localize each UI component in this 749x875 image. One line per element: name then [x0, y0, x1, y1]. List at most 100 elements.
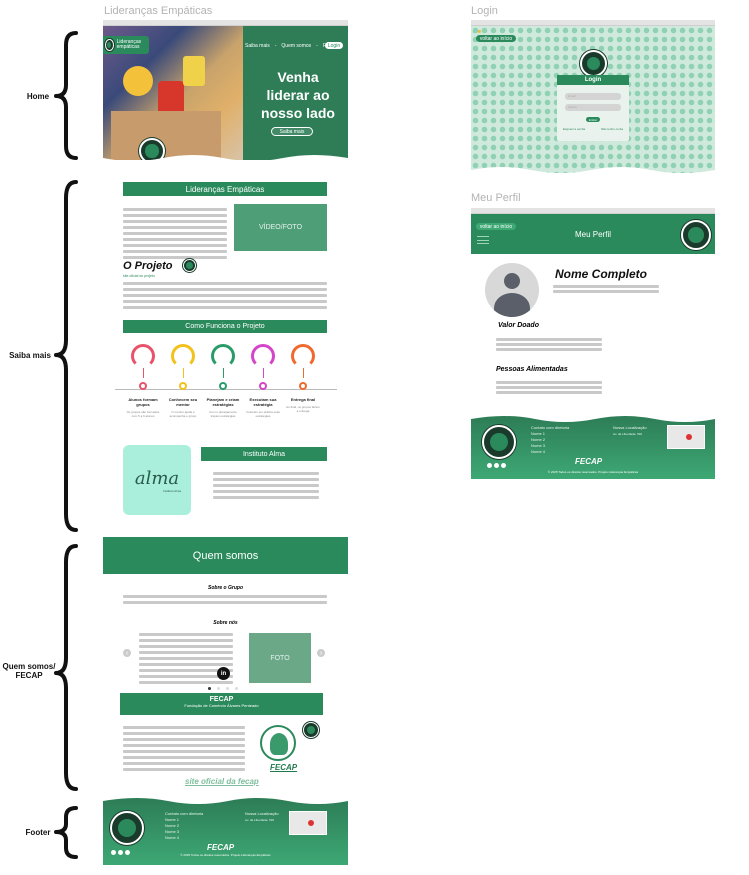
perfil-frame: voltar ao início Meu Perfil Nome Complet…	[471, 208, 715, 479]
fecap-header: FECAP Fundação de Comércio Álvares Pente…	[120, 693, 323, 715]
projeto-title: O Projeto	[123, 260, 173, 272]
login-back-button[interactable]: voltar ao início	[476, 35, 516, 42]
label-footer: Footer	[25, 828, 51, 837]
step-item: Planejam e criam estratégias Com o planej…	[203, 344, 243, 418]
sobre-grupo-text	[123, 595, 327, 604]
footer-social	[487, 463, 506, 468]
fecap-site-link[interactable]: site oficial da fecap	[185, 777, 259, 786]
hero-saiba-button[interactable]: Saiba mais	[271, 127, 313, 136]
step-marker	[139, 382, 147, 390]
step-marker	[179, 382, 187, 390]
signup-link[interactable]: Não tenho conta	[601, 127, 623, 131]
steps-row: Alunos formam grupos Os grupos são formad…	[123, 344, 343, 434]
hero-section: Lideranças empáticas Saiba mais - Quem s…	[103, 26, 348, 160]
label-saiba: Saiba mais	[9, 351, 51, 360]
footer-fecap-wordmark: FECAP	[207, 843, 235, 852]
step-icon	[131, 344, 155, 368]
step-item: Executam sua estratégia Colocam em prátic…	[243, 344, 283, 418]
step-marker	[259, 382, 267, 390]
step-icon	[251, 344, 275, 368]
footer-location: Nossa Localização Av. da Liberdade, 532	[613, 425, 647, 436]
step-marker	[219, 382, 227, 390]
frame-title-perfil: Meu Perfil	[471, 192, 521, 204]
frame-title-home: Lideranças Empáticas	[104, 5, 213, 17]
perfil-footer-wave	[471, 415, 715, 422]
label-home: Home	[26, 92, 50, 101]
login-card: Login Email Senha Entrar Esqueci a senha…	[557, 75, 629, 141]
footer-wave	[103, 797, 348, 804]
step-item: Alunos formam grupos Os grupos são formad…	[123, 344, 163, 418]
step-title: Executam sua estratégia	[249, 397, 277, 407]
footer-copyright: © 2025 Todos os direitos reservados. Pro…	[180, 853, 271, 857]
quem-header: Quem somos	[103, 537, 348, 574]
login-submit-button[interactable]: Entrar	[586, 117, 600, 122]
instituto-text-block	[213, 472, 319, 499]
pessoas-label: Pessoas Alimentadas	[496, 366, 568, 373]
main-page-frame: Lideranças empáticas Saiba mais - Quem s…	[103, 20, 348, 865]
perfil-back-button[interactable]: voltar ao início	[476, 223, 516, 230]
step-desc: Com o planejamento traçam estratégias	[209, 410, 237, 418]
nav-quem[interactable]: Quem somos	[281, 43, 311, 49]
fecap-wordmark: FECAP	[270, 763, 298, 772]
site-logo[interactable]: Lideranças empáticas	[103, 36, 149, 54]
brace-quem	[54, 544, 78, 791]
step-desc: Ao final, os grupos fazem a entrega	[286, 405, 320, 413]
login-button[interactable]: Login	[325, 42, 343, 49]
carousel-dot[interactable]	[217, 687, 220, 690]
hero-wave	[103, 155, 348, 164]
step-desc: O mentor ajuda e acompanha o grupo	[169, 410, 197, 418]
fecap-seal-icon	[303, 722, 319, 738]
projeto-sub[interactable]: site oficial do projeto	[123, 274, 155, 278]
linkedin-icon[interactable]: in	[217, 667, 230, 680]
carousel-dot[interactable]	[235, 687, 238, 690]
map-thumbnail[interactable]	[667, 425, 705, 449]
label-quem: Quem somos/FECAP	[2, 662, 56, 680]
step-icon	[171, 344, 195, 368]
instagram-icon[interactable]	[487, 463, 492, 468]
login-card-title: Login	[557, 75, 629, 85]
facebook-icon[interactable]	[494, 463, 499, 468]
step-item: Conhecem seu mentor O mentor ajuda e acom…	[163, 344, 203, 418]
step-icon	[291, 344, 315, 368]
projeto-text-block	[123, 282, 327, 309]
nav-saiba[interactable]: Saiba mais	[245, 43, 270, 49]
carousel-prev-button[interactable]: ‹	[123, 649, 131, 657]
sobre-grupo-title: Sobre o Grupo	[208, 585, 243, 591]
hero-headline: Venha liderar ao nosso lado	[261, 69, 335, 121]
forgot-link[interactable]: Esqueci a senha	[563, 127, 585, 131]
frame-title-login: Login	[471, 5, 498, 17]
sobre-nos-title: Sobre nós	[213, 620, 238, 626]
password-input[interactable]: Senha	[565, 104, 621, 111]
valor-lines	[496, 338, 602, 351]
perfil-seal-icon	[681, 220, 711, 250]
footer-seal-icon	[110, 811, 144, 845]
perfil-title: Meu Perfil	[574, 230, 611, 239]
instituto-header: Instituto Alma	[201, 447, 327, 461]
footer-contact: Contato com diretoria Nome 1 Nome 2 Nome 3…	[531, 425, 570, 454]
video-placeholder[interactable]: VÍDEO/FOTO	[234, 204, 327, 251]
step-title: Conhecem seu mentor	[168, 397, 198, 407]
projeto-seal-icon	[183, 259, 196, 272]
carousel-dots	[208, 687, 238, 690]
avatar[interactable]	[485, 263, 539, 317]
brace-saiba	[54, 180, 78, 532]
footer-location: Nossa Localização Av. da Liberdade, 532	[245, 811, 279, 822]
footer-copyright: © 2025 Todos os direitos reservados. Pro…	[547, 470, 639, 474]
footer-main: Contato com diretoria Nome 1 Nome 2 Nome 3…	[103, 797, 348, 865]
saiba-header: Lideranças Empáticas	[123, 182, 327, 196]
map-thumbnail[interactable]	[289, 811, 327, 835]
step-title: Planejam e criam estratégias	[206, 397, 240, 407]
login-frame: voltar ao início Login Email Senha Entra…	[471, 20, 715, 174]
footer-fecap-wordmark: FECAP	[575, 457, 603, 466]
youtube-icon[interactable]	[501, 463, 506, 468]
pessoas-lines	[496, 381, 602, 394]
alma-logo-card: alma Instituto Alma	[123, 445, 191, 515]
como-header: Como Funciona o Projeto	[123, 320, 327, 333]
carousel-dot[interactable]	[226, 687, 229, 690]
email-input[interactable]: Email	[565, 93, 621, 100]
carousel-dot[interactable]	[208, 687, 211, 690]
step-title: Entrega final	[290, 397, 316, 402]
carousel-next-button[interactable]: ›	[317, 649, 325, 657]
perfil-header: voltar ao início Meu Perfil	[471, 214, 715, 254]
fecap-mascot-icon	[260, 725, 296, 761]
